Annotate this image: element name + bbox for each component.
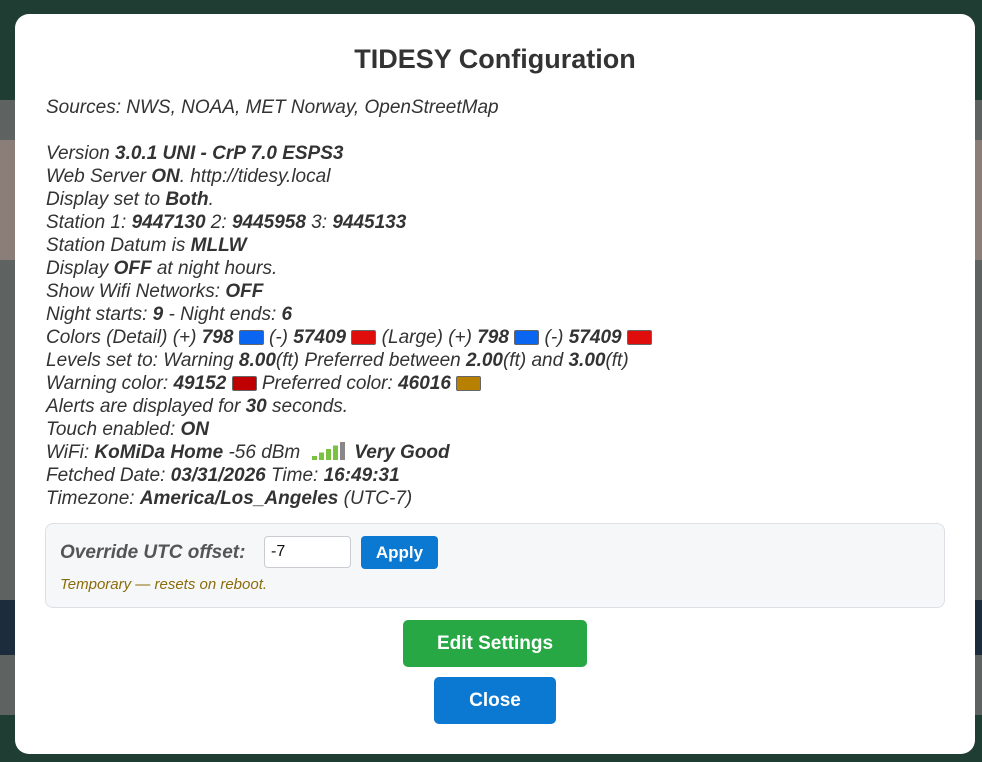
warning-color-value: 49152 — [173, 373, 227, 394]
fetched-line: Fetched Date: 03/31/2026 Time: 16:49:31 — [46, 465, 400, 486]
modal-title: TIDESY Configuration — [354, 44, 636, 74]
datum-line: Station Datum is MLLW — [46, 235, 247, 256]
wifi-ssid: KoMiDa Home — [94, 442, 224, 463]
display-line: Display set to Both. — [46, 189, 214, 210]
large-minus-color: 57409 — [568, 327, 622, 348]
preferred-swatch — [456, 376, 482, 391]
detail-plus-color: 798 — [201, 327, 234, 348]
version-line: Version 3.0.1 UNI - CrP 7.0 ESPS3 — [46, 143, 344, 164]
detail-minus-color: 57409 — [293, 327, 347, 348]
wifi-dbm: -56 dBm — [223, 442, 301, 463]
utc-offset-input[interactable] — [264, 536, 351, 568]
colors-line: Colors (Detail) (+) 798 (-) 57409 (Large… — [46, 326, 946, 349]
blue-swatch — [514, 330, 540, 345]
wifi-signal-icon — [312, 442, 346, 460]
fetched-date: 03/31/2026 — [170, 465, 266, 486]
large-plus-color: 798 — [477, 327, 509, 348]
blue-swatch — [238, 330, 264, 345]
preferred-color-value: 46016 — [398, 373, 451, 394]
night-hours-line: Night starts: 9 - Night ends: 6 — [46, 304, 293, 325]
webserver-url: . http://tidesy.local — [179, 166, 331, 187]
preferred-low: 2.00 — [466, 350, 503, 371]
apply-button[interactable]: Apply — [361, 536, 438, 569]
levels-line: Levels set to: Warning 8.00(ft) Preferre… — [46, 350, 629, 371]
night-ends: 6 — [281, 304, 293, 325]
webserver-line: Web Server ON. http://tidesy.local — [46, 166, 331, 187]
webserver-state: ON — [151, 166, 180, 187]
signal-bar — [340, 442, 346, 460]
override-note: Temporary — resets on reboot. — [60, 576, 268, 593]
timezone-line: Timezone: America/Los_Angeles (UTC-7) — [46, 488, 413, 509]
station-3: 9445133 — [332, 212, 407, 233]
warning-swatch — [231, 376, 257, 391]
version-value: 3.0.1 UNI - CrP 7.0 ESPS3 — [115, 143, 344, 164]
override-utc-panel: Override UTC offset: Apply Temporary — r… — [45, 523, 945, 608]
config-modal: TIDESY Configuration Sources: NWS, NOAA,… — [15, 14, 975, 754]
signal-bar — [326, 449, 332, 460]
timezone-offset: (UTC-7) — [338, 488, 413, 509]
touch-state: ON — [180, 419, 210, 440]
signal-bar — [312, 456, 318, 460]
config-info: Sources: NWS, NOAA, MET Norway, OpenStre… — [46, 96, 946, 510]
wifi-networks-state: OFF — [225, 281, 264, 302]
level-colors-line: Warning color: 49152 Preferred color: 46… — [46, 372, 946, 395]
timezone-value: America/Los_Angeles — [139, 488, 339, 509]
alerts-line: Alerts are displayed for 30 seconds. — [46, 396, 349, 417]
red-swatch — [351, 330, 377, 345]
warning-level: 8.00 — [238, 350, 276, 371]
touch-line: Touch enabled: ON — [46, 419, 210, 440]
wifi-quality: Very Good — [354, 442, 450, 463]
red-swatch — [626, 330, 652, 345]
station-1: 9447130 — [131, 212, 206, 233]
signal-bar — [319, 452, 325, 460]
night-display-line: Display OFF at night hours. — [46, 258, 278, 279]
signal-bar — [333, 445, 339, 460]
night-starts: 9 — [152, 304, 164, 325]
sources-line: Sources: NWS, NOAA, MET Norway, OpenStre… — [46, 97, 499, 118]
override-label: Override UTC offset: — [60, 542, 246, 563]
edit-settings-button[interactable]: Edit Settings — [403, 620, 587, 667]
wifi-line: WiFi: KoMiDa Home -56 dBm Very Good — [46, 442, 450, 463]
fetched-time: 16:49:31 — [323, 465, 400, 486]
night-display-state: OFF — [113, 258, 152, 279]
station-line: Station 1: 9447130 2: 9445958 3: 9445133 — [46, 212, 407, 233]
wifi-networks-line: Show Wifi Networks: OFF — [46, 281, 264, 302]
close-button[interactable]: Close — [434, 677, 556, 724]
station-2: 9445958 — [231, 212, 306, 233]
display-value: Both — [165, 189, 209, 210]
alerts-seconds: 30 — [245, 396, 267, 417]
preferred-high: 3.00 — [568, 350, 606, 371]
datum-value: MLLW — [190, 235, 247, 256]
